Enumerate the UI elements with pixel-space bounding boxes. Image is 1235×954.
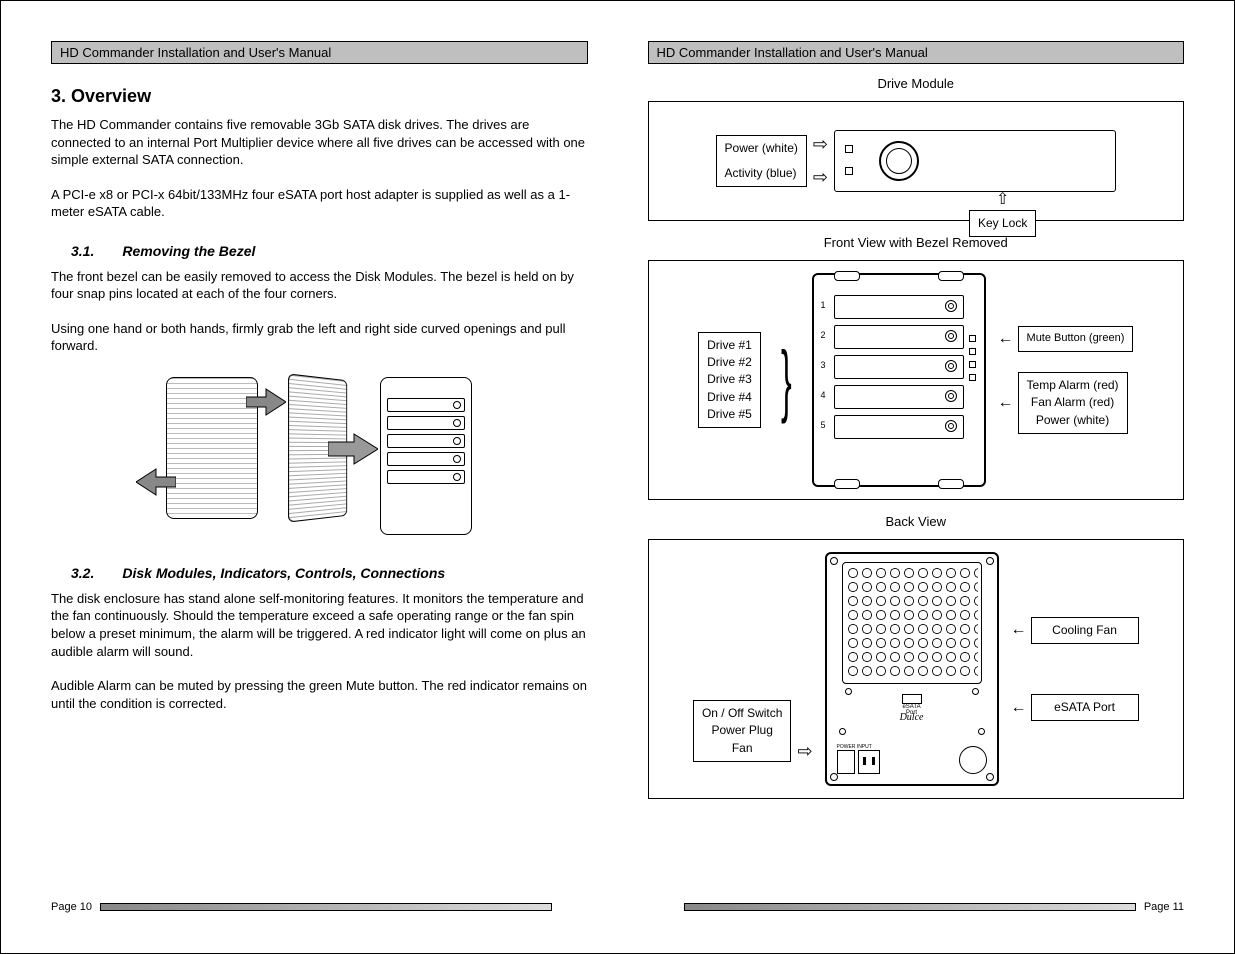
up-arrow-icon: ⇧ [996, 192, 1009, 208]
page-right: HD Commander Installation and User's Man… [618, 31, 1215, 923]
footer-bar-icon [100, 903, 552, 911]
arrow-left-icon [136, 467, 176, 497]
back-view-diagram: On / Off Switch Power Plug Fan ⇨ eSATA P… [648, 539, 1185, 799]
arrow-right-icon [246, 387, 286, 417]
footer-right: Page 11 [648, 901, 1185, 913]
heading-31: 3.1. Removing the Bezel [71, 243, 588, 259]
arrow-icon: ← [1011, 699, 1027, 717]
esata-port-label: eSATA Port [1031, 694, 1139, 721]
drive-module-title: Drive Module [648, 76, 1185, 91]
fan-grille-icon [842, 562, 982, 684]
keylock-label: Key Lock [969, 210, 1036, 237]
enclosure-front-icon: 1 2 3 4 5 [812, 273, 986, 487]
arrow-icon: ← [1011, 621, 1027, 639]
arrow-forward-icon [328, 432, 378, 466]
dm-activity-label: Activity (blue) [725, 165, 798, 182]
arrow-icon: ← [998, 330, 1014, 348]
para-31b: Using one hand or both hands, firmly gra… [51, 320, 588, 355]
caution-icon [959, 746, 987, 774]
page-number-right: Page 11 [1144, 901, 1184, 913]
fan-label: Fan [702, 740, 782, 757]
front-view-diagram: Drive #1 Drive #2 Drive #3 Drive #4 Driv… [648, 260, 1185, 500]
back-left-labels: On / Off Switch Power Plug Fan [693, 700, 791, 762]
para-overview-1: The HD Commander contains five removable… [51, 116, 588, 169]
page-number-left: Page 10 [51, 901, 92, 913]
dm-led-labels: Power (white) Activity (blue) [716, 135, 807, 188]
enclosure-back-icon: eSATA Port Dulce POWER INPUT [825, 552, 999, 786]
para-32a: The disk enclosure has stand alone self-… [51, 590, 588, 660]
drive-list-label: Drive #1 Drive #2 Drive #3 Drive #4 Driv… [698, 332, 761, 429]
device-front-icon [166, 377, 258, 519]
led-stack-icon [969, 335, 976, 381]
keylock-icon [879, 141, 919, 181]
arrow-icon: ⇨ [813, 167, 828, 188]
logo-text: Dulce [900, 712, 924, 723]
drive-slot-icon: ⇧ Key Lock [834, 130, 1116, 192]
power-plug-label: Power Plug [702, 722, 782, 739]
dm-power-label: Power (white) [725, 140, 798, 157]
temp-alarm-label: Temp Alarm (red) [1027, 377, 1119, 394]
page-left: HD Commander Installation and User's Man… [21, 31, 618, 923]
arrow-icon: ⇨ [813, 134, 828, 155]
cooling-fan-label: Cooling Fan [1031, 617, 1139, 644]
para-overview-2: A PCI-e x8 or PCI-x 64bit/133MHz four eS… [51, 186, 588, 221]
footer-left: Page 10 [51, 901, 588, 913]
back-view-title: Back View [648, 514, 1185, 529]
drive-5-label: Drive #5 [707, 406, 752, 423]
para-32b: Audible Alarm can be muted by pressing t… [51, 677, 588, 712]
arrow-icon: ← [998, 394, 1014, 412]
drive-4-label: Drive #4 [707, 389, 752, 406]
para-31a: The front bezel can be easily removed to… [51, 268, 588, 303]
fan-alarm-label: Fan Alarm (red) [1027, 394, 1119, 411]
mute-button-label: Mute Button (green) [1018, 326, 1134, 352]
bracket-icon: } [781, 356, 792, 404]
front-view-title: Front View with Bezel Removed [648, 235, 1185, 250]
drive-1-label: Drive #1 [707, 337, 752, 354]
drive-module-diagram: Power (white) Activity (blue) ⇨ ⇨ ⇧ Key … [648, 101, 1185, 221]
power-white-label: Power (white) [1027, 412, 1119, 429]
device-open-icon [380, 377, 472, 535]
onoff-label: On / Off Switch [702, 705, 782, 722]
footer-bar-icon [684, 903, 1136, 911]
header-bar-left: HD Commander Installation and User's Man… [51, 41, 588, 64]
header-bar-right: HD Commander Installation and User's Man… [648, 41, 1185, 64]
heading-32: 3.2. Disk Modules, Indicators, Controls,… [71, 565, 588, 581]
two-page-spread: HD Commander Installation and User's Man… [1, 1, 1234, 953]
drive-3-label: Drive #3 [707, 371, 752, 388]
figure-bezel-removal [51, 377, 588, 535]
heading-overview: 3. Overview [51, 86, 588, 107]
alarm-labels: Temp Alarm (red) Fan Alarm (red) Power (… [1018, 372, 1128, 434]
drive-2-label: Drive #2 [707, 354, 752, 371]
arrow-icon: ⇨ [797, 741, 812, 762]
